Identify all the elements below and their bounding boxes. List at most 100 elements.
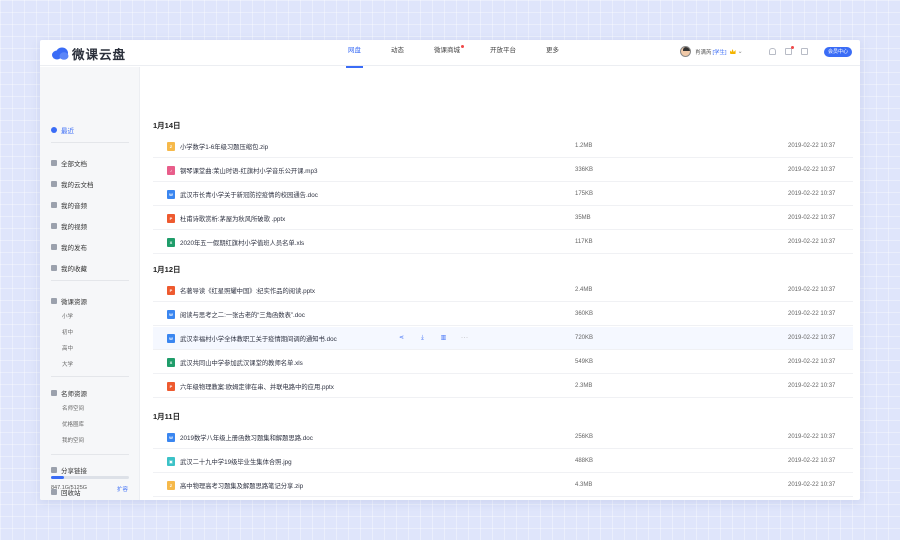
sidebar-group-resources[interactable]: 微课资源	[51, 296, 87, 306]
file-name[interactable]: 武汉幸福村小学全体教职工关于疫情期间调的通知书.doc	[180, 334, 337, 343]
storage-progress-bar	[51, 476, 129, 479]
cloud-logo-icon	[51, 47, 69, 60]
file-row[interactable]: W 武汉市长青小学关于新冠防控疫情的校园通告.doc 175KB 2019-02-22…	[153, 183, 853, 206]
gift-icon[interactable]	[785, 46, 794, 55]
file-name[interactable]: 武汉二十九中学19级毕业生集体合照.jpg	[180, 457, 292, 466]
file-type-xls-icon: X	[167, 237, 175, 247]
file-row[interactable]: Z 高中物理高考习题集及解题思路笔记分享.zip 4.3MB 2019-02-22 1…	[153, 474, 853, 497]
top-bar: 微课云盘 网盘 动态 微课商城 开放平台 更多 肖满芮 [学生] ⌄ 会员中心	[40, 40, 860, 68]
file-size: 720KB	[575, 335, 594, 341]
file-name[interactable]: 钢琴课堂曲:茉山时语-红旗村小学音乐公开课.mp3	[180, 166, 318, 175]
file-name[interactable]: 杜甫诗歌赏析:茅屋为秋风所破歌 .pptx	[180, 214, 285, 223]
file-name[interactable]: 六年级物理教案:欧姆定律在串、并联电路中的应用.pptx	[180, 382, 334, 391]
file-date: 2019-02-22 10:37	[788, 143, 836, 149]
file-row[interactable]: W 2019数学八年级上册函数习题集和解题思路.doc 256KB 2019-02-2…	[153, 426, 853, 449]
sidebar-item-audio[interactable]: 我的音频	[51, 200, 87, 210]
nav-tab-shop[interactable]: 微课商城	[434, 40, 464, 66]
sidebar-item-label: 分享链接	[61, 468, 87, 475]
sidebar-sub-middle[interactable]: 初中	[62, 328, 73, 336]
divider	[51, 454, 129, 455]
sidebar-sub-primary[interactable]: 小学	[62, 312, 73, 320]
sidebar-sub-library[interactable]: 优格圈库	[62, 420, 84, 428]
file-size: 2.4MB	[575, 287, 593, 293]
file-row[interactable]: P小学数学体积和体积单位_图文.pptx660KB2019-02-22 10:3…	[153, 498, 853, 500]
sidebar-item-favorites[interactable]: 我的收藏	[51, 263, 87, 273]
nav-tab-more[interactable]: 更多	[546, 40, 559, 66]
file-date: 2019-02-22 10:37	[788, 191, 836, 197]
notification-dot	[461, 45, 464, 48]
file-row[interactable]: P 六年级物理教案:欧姆定律在串、并联电路中的应用.pptx 2.3MB 2019-0…	[153, 375, 853, 398]
sidebar-item-label: 全部文档	[61, 161, 87, 168]
expand-storage-link[interactable]: 扩容	[117, 485, 128, 493]
sidebar-item-share-links[interactable]: 分享链接	[51, 465, 87, 475]
sidebar-item-published[interactable]: 我的发布	[51, 242, 87, 252]
download-icon[interactable]: ⤓	[419, 335, 426, 342]
logo[interactable]: 微课云盘	[51, 44, 126, 63]
user-menu[interactable]: 肖满芮 [学生] ⌄	[680, 46, 743, 57]
nav-tab-shop-label: 微课商城	[434, 47, 460, 54]
delete-icon[interactable]: ▥	[440, 335, 447, 342]
file-list: 1月14日 Z 小学数学1-6年级习题压缩包.zip 1.2MB 2019-02-22 …	[141, 67, 860, 500]
share-icon[interactable]: ⋖	[398, 335, 405, 342]
file-name[interactable]: 小学数学1-6年级习题压缩包.zip	[180, 142, 268, 151]
avatar	[680, 46, 691, 57]
file-name[interactable]: 武汉市长青小学关于新冠防控疫情的校园通告.doc	[180, 190, 318, 199]
teacher-icon	[51, 390, 57, 396]
nav-tab-wangpan[interactable]: 网盘	[346, 40, 363, 68]
sidebar-item-video[interactable]: 我的视频	[51, 221, 87, 231]
file-type-mp3-icon: ♪	[167, 165, 175, 175]
file-name[interactable]: 2020年五一假期红旗村小学值班人员名单.xls	[180, 238, 304, 247]
file-type-ppt-icon: P	[167, 285, 175, 295]
file-size: 488KB	[575, 458, 594, 464]
file-row[interactable]: W 武汉幸福村小学全体教职工关于疫情期间调的通知书.doc ⋖ ⤓ ▥ ··· 720KB 2…	[153, 327, 853, 350]
vip-center-button[interactable]: 会员中心	[824, 47, 853, 57]
sidebar: 最近 全部文档 我的云文档 我的音频 我的视频 我的发布 我的收藏 微课资源 小…	[40, 67, 140, 500]
sidebar-item-all-docs[interactable]: 全部文档	[51, 158, 87, 168]
file-size: 549KB	[575, 359, 594, 365]
bell-icon[interactable]	[769, 48, 776, 55]
file-type-doc-icon: W	[167, 432, 175, 442]
link-icon	[51, 467, 57, 473]
sidebar-sub-master-space[interactable]: 名师空间	[62, 404, 84, 412]
file-row[interactable]: P 名著导读《红星照耀中国》:纪实作品的阅读.pptx 2.4MB 2019-02-2…	[153, 279, 853, 302]
divider	[51, 280, 129, 281]
file-name[interactable]: 阅读与思考之二:一张古老的“三角函数表”.doc	[180, 310, 305, 319]
divider	[51, 142, 129, 143]
sidebar-item-label: 我的云文档	[61, 182, 94, 189]
sidebar-group-masters[interactable]: 名师资源	[51, 388, 87, 398]
cloud-doc-icon	[51, 181, 57, 187]
sidebar-item-recent[interactable]: 最近	[51, 125, 74, 135]
sidebar-sub-high[interactable]: 高中	[62, 344, 73, 352]
file-row[interactable]: P 杜甫诗歌赏析:茅屋为秋风所破歌 .pptx 35MB 2019-02-22 10:…	[153, 207, 853, 230]
file-date: 2019-02-22 10:37	[788, 287, 836, 293]
file-row[interactable]: ♪ 钢琴课堂曲:茉山时语-红旗村小学音乐公开课.mp3 336KB 2019-02-2…	[153, 159, 853, 182]
file-date: 2019-02-22 10:37	[788, 335, 836, 341]
nav-tab-dongtai[interactable]: 动态	[391, 40, 404, 66]
sidebar-item-label: 我的音频	[61, 203, 87, 210]
file-row[interactable]: X 武汉共同山中学参加武汉课堂的教师名单.xls 549KB 2019-02-22 1…	[153, 351, 853, 374]
divider	[51, 376, 129, 377]
more-icon[interactable]: ···	[461, 335, 468, 342]
file-size: 1.2MB	[575, 143, 593, 149]
file-row[interactable]: Z 小学数学1-6年级习题压缩包.zip 1.2MB 2019-02-22 10:37	[153, 135, 853, 158]
file-date: 2019-02-22 10:37	[788, 359, 836, 365]
heart-icon	[51, 265, 57, 271]
file-date: 2019-02-22 10:37	[788, 458, 836, 464]
file-date: 2019-02-22 10:37	[788, 167, 836, 173]
sidebar-sub-university[interactable]: 大学	[62, 360, 73, 368]
crown-icon	[729, 49, 736, 54]
file-name[interactable]: 武汉共同山中学参加武汉课堂的教师名单.xls	[180, 358, 303, 367]
sidebar-item-cloud-docs[interactable]: 我的云文档	[51, 179, 94, 189]
file-name[interactable]: 高中物理高考习题集及解题思路笔记分享.zip	[180, 481, 303, 490]
file-row[interactable]: X 2020年五一假期红旗村小学值班人员名单.xls 117KB 2019-02-22…	[153, 231, 853, 254]
grid-icon[interactable]	[801, 48, 808, 55]
file-name[interactable]: 2019数学八年级上册函数习题集和解题思路.doc	[180, 433, 313, 442]
sidebar-item-label: 我的视频	[61, 224, 87, 231]
file-name[interactable]: 名著导读《红星照耀中国》:纪实作品的阅读.pptx	[180, 286, 315, 295]
nav-tab-open-platform[interactable]: 开放平台	[490, 40, 516, 66]
sidebar-group-label: 名师资源	[61, 391, 87, 398]
file-row[interactable]: W 阅读与思考之二:一张古老的“三角函数表”.doc 360KB 2019-02-22…	[153, 303, 853, 326]
file-row[interactable]: ▣ 武汉二十九中学19级毕业生集体合照.jpg 488KB 2019-02-22 10…	[153, 450, 853, 473]
file-size: 360KB	[575, 311, 594, 317]
sidebar-sub-my-space[interactable]: 我的空间	[62, 436, 84, 444]
